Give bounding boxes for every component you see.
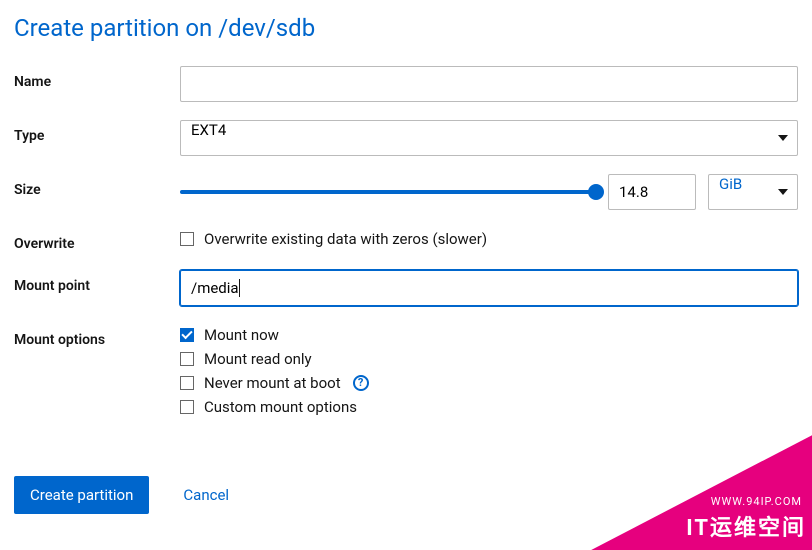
row-size: Size GiB — [14, 174, 798, 210]
row-name: Name — [14, 66, 798, 102]
label-size: Size — [14, 174, 180, 198]
custom-mount-checkbox[interactable] — [180, 400, 194, 414]
row-type: Type EXT4 — [14, 120, 798, 156]
type-select[interactable]: EXT4 — [180, 120, 798, 156]
label-name: Name — [14, 66, 180, 90]
mount-now-checkbox[interactable] — [180, 328, 194, 342]
custom-mount-option[interactable]: Custom mount options — [180, 396, 798, 418]
row-mount-options: Mount options Mount now Mount read only … — [14, 324, 798, 420]
page-title: Create partition on /dev/sdb — [14, 14, 798, 42]
label-type: Type — [14, 120, 180, 144]
help-icon[interactable]: ? — [353, 375, 369, 391]
label-mount-options: Mount options — [14, 324, 180, 348]
overwrite-option[interactable]: Overwrite existing data with zeros (slow… — [180, 228, 798, 250]
custom-mount-label: Custom mount options — [204, 396, 357, 418]
actions-row: Create partition Cancel — [14, 476, 798, 514]
mount-read-only-checkbox[interactable] — [180, 352, 194, 366]
size-slider[interactable] — [180, 190, 596, 194]
mount-now-label: Mount now — [204, 324, 279, 346]
mount-point-input[interactable]: /media — [180, 270, 798, 306]
mount-read-only-label: Mount read only — [204, 348, 312, 370]
text-cursor — [239, 279, 240, 297]
label-overwrite: Overwrite — [14, 228, 180, 252]
mount-read-only-option[interactable]: Mount read only — [180, 348, 798, 370]
name-input[interactable] — [180, 66, 798, 102]
label-mount-point: Mount point — [14, 270, 180, 294]
mount-point-value: /media — [191, 279, 239, 297]
never-mount-boot-checkbox[interactable] — [180, 376, 194, 390]
overwrite-label-text: Overwrite existing data with zeros (slow… — [204, 228, 487, 250]
mount-now-option[interactable]: Mount now — [180, 324, 798, 346]
row-mount-point: Mount point /media — [14, 270, 798, 306]
watermark-text: IT运维空间 — [686, 510, 806, 542]
row-overwrite: Overwrite Overwrite existing data with z… — [14, 228, 798, 252]
create-partition-button[interactable]: Create partition — [14, 476, 149, 514]
never-mount-boot-label: Never mount at boot — [204, 372, 341, 394]
size-value-input[interactable] — [608, 174, 696, 210]
cancel-button[interactable]: Cancel — [183, 486, 229, 504]
overwrite-checkbox[interactable] — [180, 232, 194, 246]
size-slider-thumb[interactable] — [588, 184, 604, 200]
never-mount-boot-option[interactable]: Never mount at boot ? — [180, 372, 798, 394]
size-unit-select[interactable]: GiB — [708, 174, 798, 210]
